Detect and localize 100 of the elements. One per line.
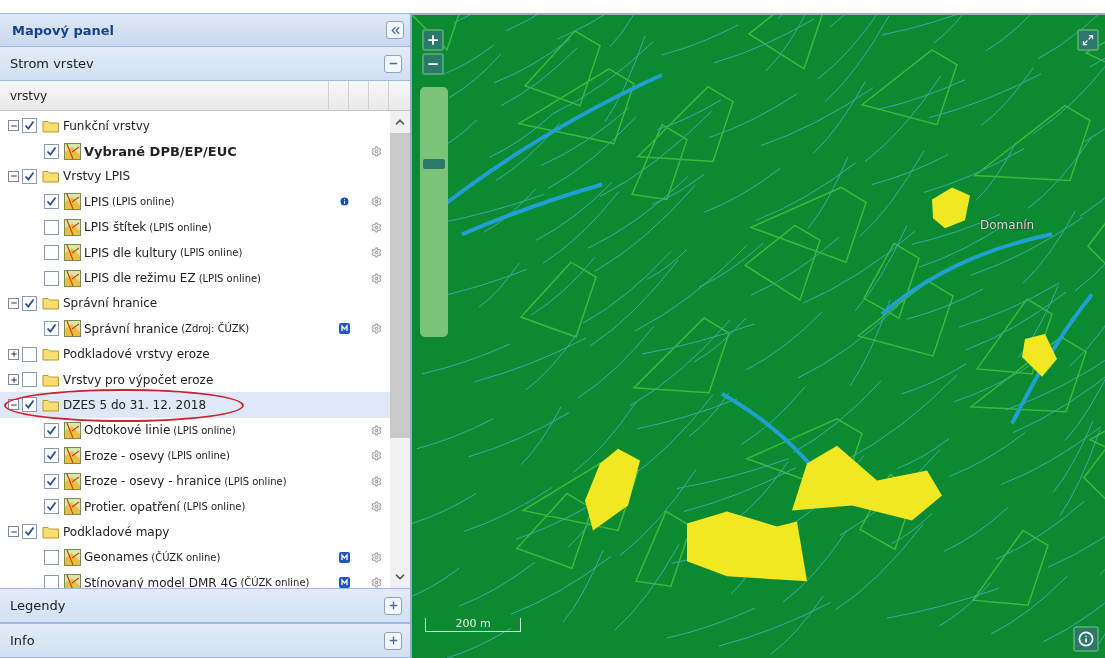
layer-label: Správní hranice bbox=[84, 321, 179, 336]
tree-row[interactable]: Odtokové linie (LPIS online) bbox=[0, 417, 390, 444]
info-icon bbox=[1078, 631, 1094, 647]
folder-label: Podkladové vrstvy eroze bbox=[63, 347, 210, 362]
tree-row[interactable]: Geonames (ČÚZK online) bbox=[0, 544, 390, 571]
place-label: Domanín bbox=[980, 218, 1035, 232]
checkbox[interactable] bbox=[22, 372, 37, 388]
tree-row[interactable]: Eroze - osevy (LPIS online) bbox=[0, 443, 390, 469]
metadata-icon[interactable] bbox=[338, 577, 350, 588]
collapse-toggle[interactable] bbox=[8, 297, 19, 309]
fullscreen-button[interactable] bbox=[1077, 29, 1099, 51]
tree-row[interactable]: Protier. opatření (LPIS online) bbox=[0, 493, 390, 520]
collapse-toggle[interactable] bbox=[8, 399, 19, 411]
layer-label: Odtokové linie bbox=[84, 423, 171, 438]
tree-row[interactable]: Funkční vrstvy bbox=[0, 113, 390, 139]
checkbox[interactable] bbox=[44, 194, 59, 210]
checkbox[interactable] bbox=[22, 524, 37, 540]
map-drawing[interactable] bbox=[412, 15, 1105, 658]
settings-icon[interactable] bbox=[371, 501, 382, 513]
collapse-toggle[interactable] bbox=[8, 170, 19, 182]
layer-label: Geonames bbox=[84, 550, 149, 565]
metadata-icon[interactable] bbox=[338, 323, 350, 335]
settings-icon[interactable] bbox=[371, 221, 382, 233]
tree-row[interactable]: Podkladové vrstvy eroze bbox=[0, 341, 390, 367]
checkbox[interactable] bbox=[22, 295, 37, 311]
checkbox[interactable] bbox=[22, 168, 37, 184]
layer-source: (Zdroj: ČÚZK) bbox=[181, 323, 250, 335]
checkbox[interactable] bbox=[44, 422, 59, 438]
zoom-slider[interactable] bbox=[420, 87, 448, 337]
layer-source: (LPIS online) bbox=[167, 450, 230, 462]
map-layer-icon bbox=[64, 447, 81, 465]
metadata-icon[interactable] bbox=[338, 551, 350, 563]
zoom-slider-handle[interactable] bbox=[423, 159, 445, 169]
tree-row[interactable]: LPIS dle kultury (LPIS online) bbox=[0, 239, 390, 266]
checkbox[interactable] bbox=[44, 219, 59, 235]
settings-icon[interactable] bbox=[371, 450, 382, 462]
settings-icon[interactable] bbox=[371, 424, 382, 436]
settings-icon[interactable] bbox=[371, 577, 382, 588]
layer-source: (LPIS online) bbox=[179, 247, 243, 259]
checkbox[interactable] bbox=[22, 397, 37, 413]
checkbox[interactable] bbox=[44, 321, 59, 337]
expand-toggle[interactable] bbox=[8, 374, 19, 386]
checkbox[interactable] bbox=[44, 448, 59, 464]
layer-source: (LPIS online) bbox=[198, 272, 262, 284]
settings-icon[interactable] bbox=[371, 196, 382, 208]
checkbox[interactable] bbox=[44, 499, 59, 515]
settings-icon[interactable] bbox=[371, 272, 382, 284]
tree-row[interactable]: Vrstvy LPIS bbox=[0, 163, 390, 190]
tree-row[interactable]: Vybrané DPB/EP/EUC bbox=[0, 138, 390, 164]
tree-row[interactable]: Správní hranice (Zdroj: ČÚZK) bbox=[0, 316, 390, 342]
tree-row[interactable]: Eroze - osevy - hranice (LPIS online) bbox=[0, 468, 390, 494]
folder-label: DZES 5 do 31. 12. 2018 bbox=[63, 398, 207, 412]
zoom-out-button[interactable] bbox=[422, 53, 444, 75]
tree-row[interactable]: Správní hranice bbox=[0, 290, 390, 317]
section-header[interactable]: Info bbox=[0, 623, 410, 658]
collapse-toggle[interactable] bbox=[8, 526, 19, 538]
checkbox[interactable] bbox=[44, 473, 59, 489]
checkbox[interactable] bbox=[22, 118, 37, 134]
tree-row[interactable]: Vrstvy pro výpočet eroze bbox=[0, 366, 390, 393]
layer-label: LPIS bbox=[84, 194, 110, 209]
column-title: vrstvy bbox=[9, 88, 49, 103]
map-layer-icon bbox=[64, 193, 81, 211]
tree-row[interactable]: Podkladové mapy bbox=[0, 519, 390, 545]
settings-icon[interactable] bbox=[371, 145, 382, 157]
folder-icon bbox=[42, 296, 60, 311]
expand-button[interactable] bbox=[384, 596, 402, 615]
settings-icon[interactable] bbox=[371, 323, 382, 335]
settings-icon[interactable] bbox=[371, 551, 382, 563]
section-title: Strom vrstev bbox=[10, 56, 94, 71]
tree-row[interactable]: LPIS štítek (LPIS online) bbox=[0, 214, 390, 240]
checkbox[interactable] bbox=[44, 549, 59, 565]
section-title: Legendy bbox=[10, 598, 66, 613]
zoom-in-button[interactable] bbox=[422, 29, 444, 51]
checkbox[interactable] bbox=[22, 346, 37, 362]
tree-row[interactable]: LPIS dle režimu EZ (LPIS online) bbox=[0, 265, 390, 291]
layer-label: Protier. opatření bbox=[84, 499, 180, 514]
layer-label: Vybrané DPB/EP/EUC bbox=[84, 143, 237, 159]
folder-label: Vrstvy pro výpočet eroze bbox=[63, 372, 214, 387]
checkbox[interactable] bbox=[44, 270, 59, 286]
info-button[interactable] bbox=[1073, 626, 1099, 652]
checkbox[interactable] bbox=[44, 575, 59, 588]
settings-icon[interactable] bbox=[371, 475, 382, 487]
folder-icon bbox=[42, 398, 60, 412]
checkbox[interactable] bbox=[44, 245, 59, 261]
info-icon[interactable] bbox=[338, 196, 350, 208]
collapse-panel-button[interactable] bbox=[386, 21, 404, 39]
scale-bar: 200 m bbox=[425, 618, 521, 632]
map-layer-icon bbox=[64, 218, 81, 236]
tree-row[interactable]: LPIS (LPIS online) bbox=[0, 189, 390, 215]
layer-label: LPIS dle kultury bbox=[84, 245, 177, 260]
collapse-button[interactable] bbox=[384, 54, 402, 73]
collapse-toggle[interactable] bbox=[8, 120, 19, 132]
layer-label: Eroze - osevy bbox=[84, 448, 165, 463]
checkbox[interactable] bbox=[44, 143, 59, 159]
scrollbar[interactable] bbox=[390, 111, 410, 588]
expand-button[interactable] bbox=[384, 631, 402, 650]
settings-icon[interactable] bbox=[371, 247, 382, 259]
section-header[interactable]: Strom vrstev bbox=[0, 47, 410, 81]
section-header[interactable]: Legendy bbox=[0, 588, 410, 623]
expand-toggle[interactable] bbox=[8, 348, 19, 360]
